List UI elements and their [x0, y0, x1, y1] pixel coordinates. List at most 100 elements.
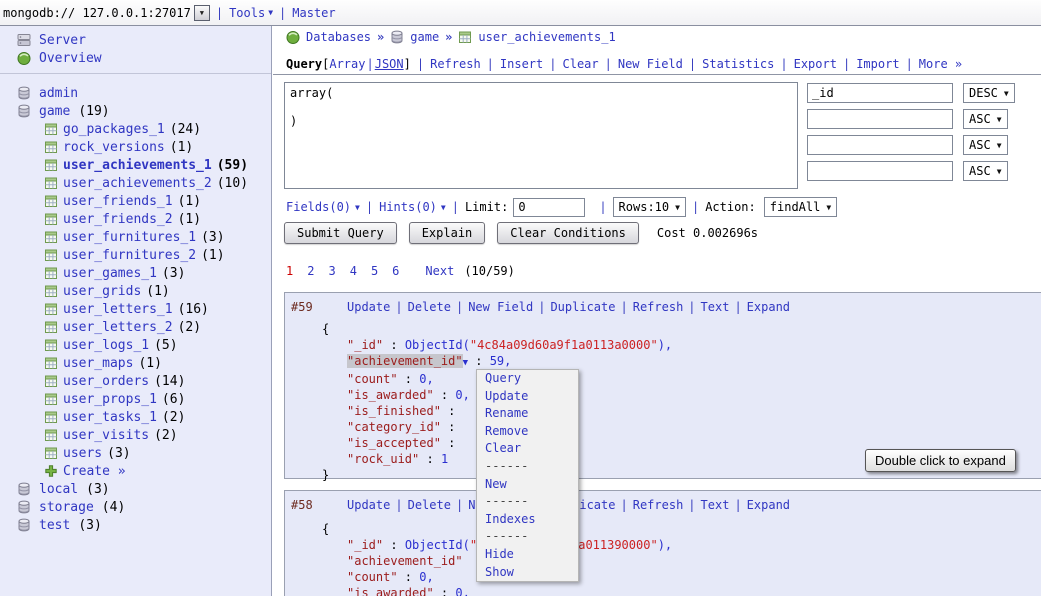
expand-link[interactable]: Expand — [747, 300, 790, 314]
chevron-down-icon[interactable]: ▼ — [441, 203, 446, 212]
sidebar-collection-user-furnitures-2[interactable]: user_furnitures_2 (1) — [0, 246, 271, 264]
refresh-link[interactable]: Refresh — [430, 57, 481, 71]
selected-field-achievement-id[interactable]: "achievement_id" — [347, 354, 463, 368]
database-link[interactable]: storage — [39, 500, 94, 515]
menu-item-new[interactable]: New — [477, 476, 578, 494]
database-link[interactable]: game — [39, 104, 70, 119]
sidebar-collection-user-friends-2[interactable]: user_friends_2 (1) — [0, 210, 271, 228]
more-link[interactable]: More » — [919, 57, 962, 71]
sidebar-collection-user-maps[interactable]: user_maps (1) — [0, 354, 271, 372]
tools-menu[interactable]: Tools — [229, 6, 265, 20]
menu-item-remove[interactable]: Remove — [477, 423, 578, 441]
sidebar-collection-user-logs-1[interactable]: user_logs_1 (5) — [0, 336, 271, 354]
sort-direction-select[interactable]: ASC▼ — [963, 109, 1008, 129]
update-link[interactable]: Update — [347, 300, 390, 314]
sort-direction-select[interactable]: ASC▼ — [963, 161, 1008, 181]
menu-item-clear[interactable]: Clear — [477, 440, 578, 458]
sidebar-collection-user-letters-1[interactable]: user_letters_1 (16) — [0, 300, 271, 318]
clear-link[interactable]: Clear — [563, 57, 599, 71]
sidebar-collection-user-orders[interactable]: user_orders (14) — [0, 372, 271, 390]
sidebar-db-admin[interactable]: admin — [0, 84, 271, 102]
collection-link[interactable]: user_friends_1 — [63, 194, 173, 209]
sidebar-collection-user-letters-2[interactable]: user_letters_2 (2) — [0, 318, 271, 336]
duplicate-link[interactable]: Duplicate — [550, 300, 615, 314]
expand-link[interactable]: Expand — [747, 498, 790, 512]
limit-input[interactable] — [513, 198, 585, 217]
master-link[interactable]: Master — [292, 6, 335, 20]
sidebar-collection-users[interactable]: users (3) — [0, 444, 271, 462]
sidebar-db-storage[interactable]: storage (4) — [0, 498, 271, 516]
import-link[interactable]: Import — [856, 57, 899, 71]
sort-field-input[interactable] — [807, 135, 953, 155]
sidebar-collection-user-visits[interactable]: user_visits (2) — [0, 426, 271, 444]
text-link[interactable]: Text — [701, 498, 730, 512]
breadcrumb-collection-link[interactable]: user_achievements_1 — [478, 30, 615, 44]
json-mode-link[interactable]: JSON — [375, 57, 404, 71]
explain-button[interactable]: Explain — [409, 222, 486, 244]
create-collection-link[interactable]: Create » — [63, 464, 126, 479]
delete-link[interactable]: Delete — [408, 300, 451, 314]
menu-item-hide[interactable]: Hide — [477, 546, 578, 564]
sort-direction-select[interactable]: ASC▼ — [963, 135, 1008, 155]
collection-link[interactable]: rock_versions — [63, 140, 165, 155]
action-select[interactable]: findAll▼ — [764, 197, 837, 217]
collection-link[interactable]: user_letters_2 — [63, 320, 173, 335]
refresh-link[interactable]: Refresh — [633, 498, 684, 512]
database-link[interactable]: admin — [39, 86, 78, 101]
sort-direction-select[interactable]: DESC▼ — [963, 83, 1015, 103]
sidebar-db-game[interactable]: game (19) — [0, 102, 271, 120]
sidebar-collection-user-achievements-1[interactable]: user_achievements_1 (59) — [0, 156, 271, 174]
breadcrumb-db-link[interactable]: game — [410, 30, 439, 44]
database-link[interactable]: local — [39, 482, 78, 497]
menu-item-indexes[interactable]: Indexes — [477, 511, 578, 529]
collection-link[interactable]: user_friends_2 — [63, 212, 173, 227]
sidebar-collection-rock-versions[interactable]: rock_versions (1) — [0, 138, 271, 156]
menu-item-rename[interactable]: Rename — [477, 405, 578, 423]
chevron-down-icon[interactable]: ▼ — [268, 8, 273, 17]
rows-select[interactable]: Rows:10▼ — [613, 197, 686, 217]
sidebar-create-collection[interactable]: Create » — [0, 462, 271, 480]
sidebar-collection-user-grids[interactable]: user_grids (1) — [0, 282, 271, 300]
collection-link[interactable]: user_logs_1 — [63, 338, 149, 353]
collection-link[interactable]: users — [63, 446, 102, 461]
fields-dropdown[interactable]: Fields(0) — [286, 200, 351, 214]
delete-link[interactable]: Delete — [408, 498, 451, 512]
sidebar-collection-user-tasks-1[interactable]: user_tasks_1 (2) — [0, 408, 271, 426]
page-link[interactable]: 5 — [371, 264, 378, 278]
menu-item-show[interactable]: Show — [477, 564, 578, 582]
new-field-link[interactable]: New Field — [468, 300, 533, 314]
sidebar-collection-user-furnitures-1[interactable]: user_furnitures_1 (3) — [0, 228, 271, 246]
collection-link[interactable]: go_packages_1 — [63, 122, 165, 137]
collection-link[interactable]: user_achievements_2 — [63, 176, 212, 191]
sidebar-item-server[interactable]: Server — [0, 31, 271, 49]
collection-link[interactable]: user_visits — [63, 428, 149, 443]
update-link[interactable]: Update — [347, 498, 390, 512]
page-link[interactable]: 6 — [392, 264, 399, 278]
collection-link[interactable]: user_games_1 — [63, 266, 157, 281]
collection-link[interactable]: user_furnitures_2 — [63, 248, 196, 263]
sort-field-input[interactable] — [807, 109, 953, 129]
sidebar-collection-go-packages-1[interactable]: go_packages_1 (24) — [0, 120, 271, 138]
menu-item-query[interactable]: Query — [477, 370, 578, 388]
collection-link[interactable]: user_grids — [63, 284, 141, 299]
clear-conditions-button[interactable]: Clear Conditions — [497, 222, 639, 244]
next-page-link[interactable]: Next — [425, 264, 454, 278]
sidebar-item-overview[interactable]: Overview — [0, 49, 271, 67]
refresh-link[interactable]: Refresh — [633, 300, 684, 314]
sidebar-db-local[interactable]: local (3) — [0, 480, 271, 498]
page-link[interactable]: 3 — [328, 264, 335, 278]
page-link[interactable]: 4 — [350, 264, 357, 278]
hints-dropdown[interactable]: Hints(0) — [379, 200, 437, 214]
sidebar-collection-user-props-1[interactable]: user_props_1 (6) — [0, 390, 271, 408]
submit-query-button[interactable]: Submit Query — [284, 222, 397, 244]
insert-link[interactable]: Insert — [500, 57, 543, 71]
chevron-down-icon[interactable]: ▼ — [355, 203, 360, 212]
connection-dropdown-button[interactable]: ▼ — [194, 5, 210, 21]
sort-field-input[interactable] — [807, 83, 953, 103]
collection-link[interactable]: user_maps — [63, 356, 133, 371]
collection-link[interactable]: user_tasks_1 — [63, 410, 157, 425]
overview-link[interactable]: Overview — [39, 51, 102, 66]
text-link[interactable]: Text — [701, 300, 730, 314]
collection-link[interactable]: user_achievements_1 — [63, 158, 212, 173]
sidebar-db-test[interactable]: test (3) — [0, 516, 271, 534]
